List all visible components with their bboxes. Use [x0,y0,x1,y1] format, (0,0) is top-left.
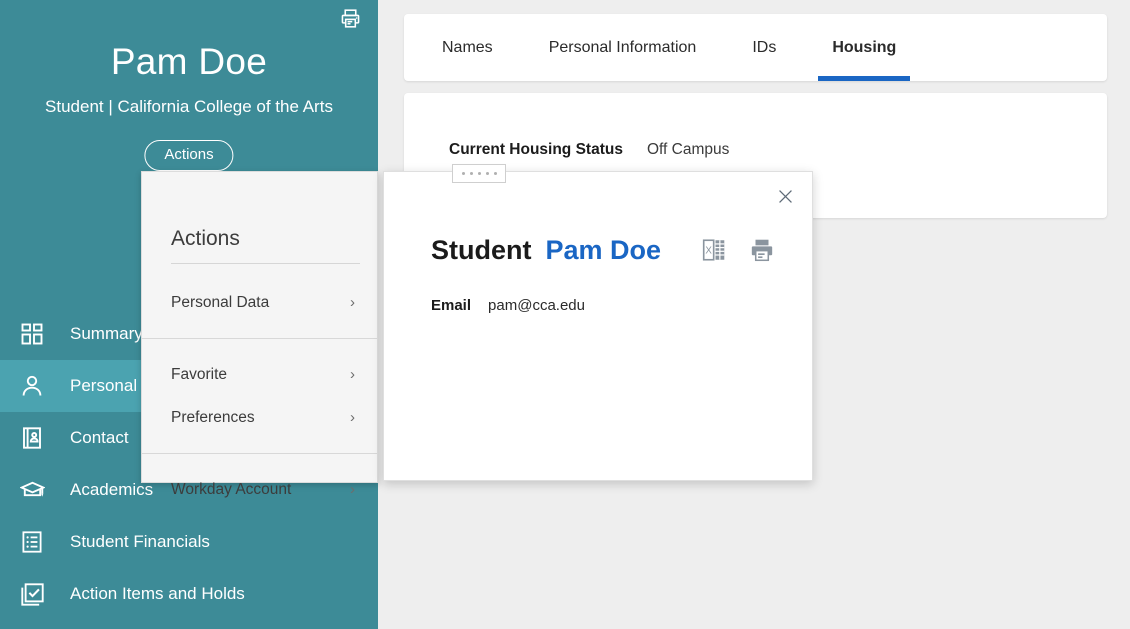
sidebar-item-label: Student Financials [70,532,210,551]
list-document-icon [14,527,50,557]
sidebar-item-student-financials[interactable]: Student Financials [0,516,378,568]
menu-item-label: Preferences [171,408,255,426]
tab-bar-card: Names Personal Information IDs Housing [404,14,1107,81]
graduation-cap-icon [14,475,50,505]
email-label: Email [431,297,472,314]
actions-menu-title: Actions [171,227,240,250]
print-icon[interactable] [749,237,775,263]
close-icon[interactable] [772,183,798,209]
svg-text:X: X [705,246,712,257]
current-housing-status-label: Current Housing Status [449,141,623,158]
chevron-right-icon: › [350,366,355,383]
drag-handle-dots[interactable] [452,164,506,183]
sidebar-item-label: Contact [70,428,129,447]
menu-divider [142,338,377,339]
menu-item-label: Favorite [171,365,227,383]
person-icon [14,371,50,401]
drag-dot [461,172,465,175]
actions-dropdown-menu: Actions Personal Data › Favorite › Prefe… [141,171,378,498]
drag-dot [469,172,473,175]
actions-menu-title-rule [171,263,360,264]
menu-item-personal-data[interactable]: Personal Data › [142,281,377,324]
chevron-right-icon: › [350,294,355,311]
app-root: Pam Doe Student | California College of … [0,0,1130,629]
menu-item-label: Workday Account [171,480,292,498]
tab-personal-information[interactable]: Personal Information [535,14,711,81]
actions-button[interactable]: Actions [144,140,234,171]
drag-dot [485,172,489,175]
menu-item-preferences[interactable]: Preferences › [142,396,377,439]
tab-ids[interactable]: IDs [738,14,790,81]
menu-item-workday-account[interactable]: Workday Account › [142,468,377,511]
popup-person-link[interactable]: Pam Doe [546,234,662,266]
drag-dot [477,172,481,175]
print-icon[interactable] [336,4,364,32]
menu-item-label: Personal Data [171,293,270,311]
popup-header: Student Pam Doe X [384,172,812,266]
chevron-right-icon: › [350,409,355,426]
popup-title: Student [431,235,532,265]
menu-item-favorite[interactable]: Favorite › [142,353,377,396]
page-title: Pam Doe [110,41,268,82]
grid-icon [14,319,50,349]
tab-bar: Names Personal Information IDs Housing [404,14,1107,81]
chevron-right-icon: › [350,481,355,498]
email-value: pam@cca.edu [488,297,585,314]
tab-names[interactable]: Names [428,14,507,81]
drag-dot [493,172,497,175]
checklist-stack-icon [14,579,50,609]
menu-divider [142,453,377,454]
contact-card-icon [14,423,50,453]
sidebar-item-label: Action Items and Holds [70,584,245,603]
current-housing-status-value: Off Campus [646,141,730,158]
student-detail-popup: Student Pam Doe X Email pam@cca.edu [383,164,813,481]
current-housing-status-row: Current Housing Status Off Campus [404,93,1107,159]
profile-subtitle: Student | California College of the Arts [45,97,333,116]
sidebar-item-label: Personal [70,376,138,395]
excel-export-icon[interactable]: X [701,237,727,263]
sidebar-item-label: Summary [70,324,143,343]
popup-fields: Email pam@cca.edu [384,266,812,314]
sidebar-item-action-items-and-holds[interactable]: Action Items and Holds [0,568,378,620]
tab-housing[interactable]: Housing [818,14,911,81]
